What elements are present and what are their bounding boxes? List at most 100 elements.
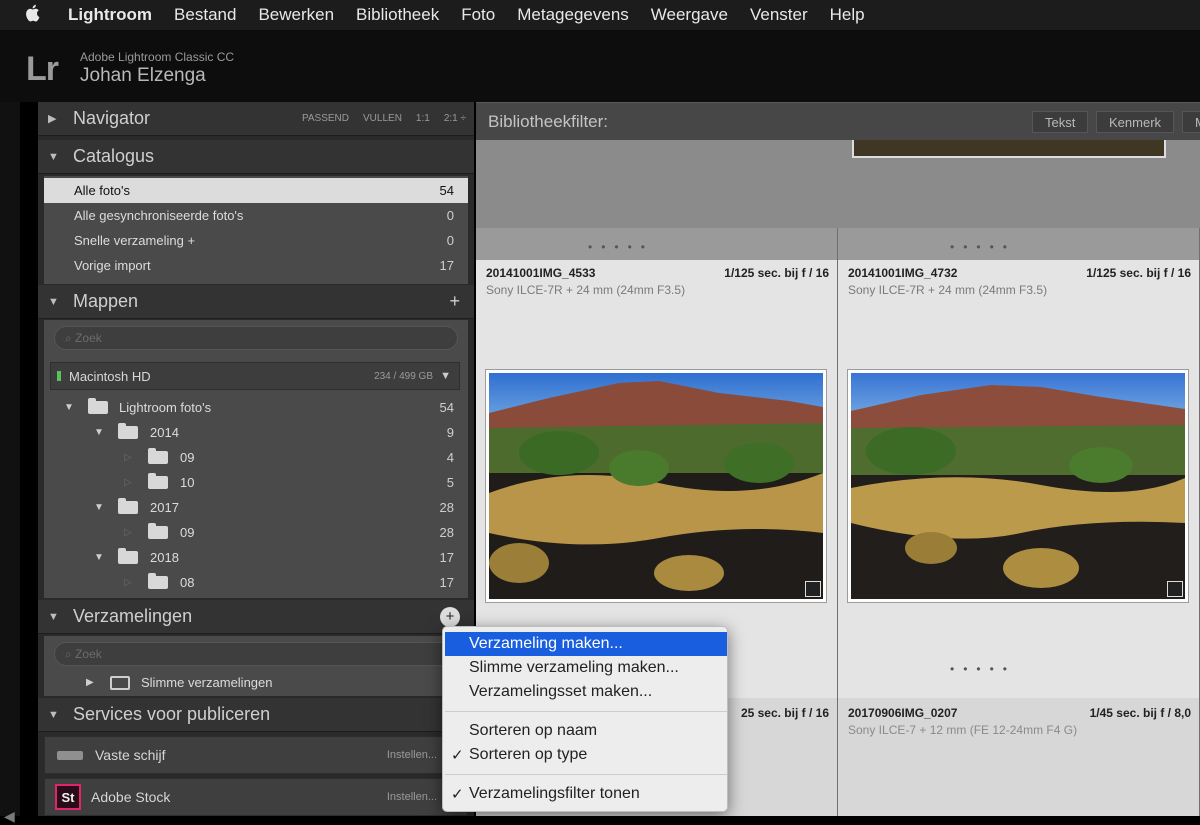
photo-thumbnail[interactable] <box>848 370 1188 602</box>
rating-dots[interactable]: ••••• <box>950 662 1016 676</box>
rating-dots[interactable]: ••••• <box>588 240 654 254</box>
disclosure-down-icon[interactable]: ▼ <box>94 552 104 563</box>
folders-header[interactable]: ▼ Mappen + <box>38 285 474 319</box>
photo-exposure: 1/45 sec. bij f / 8,0 <box>1089 706 1191 720</box>
menu-item-create-collection[interactable]: Verzameling maken... <box>445 632 727 656</box>
catalog-item-synced[interactable]: Alle gesynchroniseerde foto's 0 <box>44 203 468 228</box>
folder-icon <box>148 573 168 589</box>
menu-item-label: Verzameling maken... <box>469 635 623 652</box>
volume-macintosh-hd[interactable]: Macintosh HD 234 / 499 GB ▼ <box>50 362 460 390</box>
menu-item-sort-by-name[interactable]: Sorteren op naam <box>445 719 727 743</box>
edit-badge-icon[interactable] <box>1167 581 1183 597</box>
folder-count: 28 <box>439 500 454 515</box>
setup-link[interactable]: Instellen... <box>387 791 437 803</box>
volume-menu-icon[interactable]: ▼ <box>440 370 451 382</box>
volume-name: Macintosh HD <box>69 368 151 384</box>
disclosure-down-icon[interactable]: ▼ <box>64 402 74 413</box>
folder-count: 9 <box>446 425 454 440</box>
smart-collection-set-icon <box>110 675 130 690</box>
menu-bestand[interactable]: Bestand <box>163 5 247 25</box>
add-folder-icon[interactable]: + <box>449 291 460 312</box>
folder-2018[interactable]: ▼ 2018 17 <box>44 545 468 570</box>
navigator-header[interactable]: ▶ Navigator PASSEND VULLEN 1:1 2:1 ÷ <box>38 102 474 136</box>
lightroom-logo: Lr <box>26 50 59 88</box>
zoom-fit-option[interactable]: PASSEND <box>302 113 349 124</box>
folder-2014-09[interactable]: ▷ 09 4 <box>44 445 468 470</box>
folder-2017[interactable]: ▼ 2017 28 <box>44 495 468 520</box>
folder-2014[interactable]: ▼ 2014 9 <box>44 420 468 445</box>
menu-item-show-collection-filter[interactable]: ✓ Verzamelingsfilter tonen <box>445 782 727 806</box>
folder-icon <box>118 548 138 564</box>
folders-list: ⌕ Zoek Macintosh HD 234 / 499 GB ▼ ▼ Lig… <box>44 320 468 598</box>
filter-attribute-button[interactable]: Kenmerk <box>1096 111 1175 133</box>
folder-lightroom-fotos[interactable]: ▼ Lightroom foto's 54 <box>44 395 468 420</box>
folders-title: Mappen <box>73 291 139 311</box>
folder-icon <box>118 498 138 514</box>
catalog-item-count: 54 <box>439 183 454 198</box>
menu-metagegevens[interactable]: Metagegevens <box>506 5 640 25</box>
menu-foto[interactable]: Foto <box>450 5 506 25</box>
folders-search-input[interactable]: ⌕ Zoek <box>54 326 458 350</box>
photo-thumbnail[interactable] <box>486 370 826 602</box>
menu-separator <box>445 711 727 712</box>
menu-item-create-smart-collection[interactable]: Slimme verzameling maken... <box>445 656 727 680</box>
navigator-zoom-options: PASSEND VULLEN 1:1 2:1 ÷ <box>302 113 466 124</box>
edit-badge-icon[interactable] <box>805 581 821 597</box>
photo-filename: 20141001IMG_4533 <box>486 266 596 280</box>
zoom-fill-option[interactable]: VULLEN <box>363 113 402 124</box>
menu-lightroom[interactable]: Lightroom <box>52 5 163 25</box>
folder-2018-08[interactable]: ▷ 08 17 <box>44 570 468 595</box>
folder-count: 5 <box>446 475 454 490</box>
folder-label: 2018 <box>150 550 179 565</box>
publish-service-hard-drive[interactable]: Vaste schijf Instellen... <box>44 736 468 774</box>
grid-cell[interactable]: 20141001IMG_4732 1/125 sec. bij f / 16 S… <box>838 260 1200 698</box>
add-collection-icon[interactable]: + <box>440 606 460 627</box>
rating-dots[interactable]: ••••• <box>950 240 1016 254</box>
photo-thumbnail-partial[interactable] <box>852 140 1166 158</box>
setup-link[interactable]: Instellen... <box>387 749 437 761</box>
catalog-item-previous-import[interactable]: Vorige import 17 <box>44 253 468 278</box>
publish-service-adobe-stock[interactable]: St Adobe Stock Instellen... <box>44 778 468 816</box>
collections-search-input[interactable]: ⌕ Zoek <box>54 642 458 666</box>
publish-services-title: Services voor publiceren <box>73 704 271 724</box>
menu-weergave[interactable]: Weergave <box>640 5 739 25</box>
collections-header[interactable]: ▼ Verzamelingen + <box>38 600 474 634</box>
folder-label: 2017 <box>150 500 179 515</box>
disclosure-down-icon: ▼ <box>48 150 59 163</box>
zoom-1-1-option[interactable]: 1:1 <box>416 113 430 124</box>
folder-icon <box>88 398 108 414</box>
collection-smart-collections[interactable]: ▶ Slimme verzamelingen <box>44 670 468 695</box>
filter-metadata-button[interactable]: M <box>1182 111 1200 133</box>
grid-cell[interactable]: 20170906IMG_0207 1/45 sec. bij f / 8,0 S… <box>838 698 1200 816</box>
search-icon: ⌕ <box>65 646 76 661</box>
folder-icon <box>148 523 168 539</box>
disclosure-down-icon: ▼ <box>48 708 59 721</box>
library-filter-bar: Bibliotheekfilter: Tekst Kenmerk M <box>476 102 1200 140</box>
filter-text-button[interactable]: Tekst <box>1032 111 1089 133</box>
menu-venster[interactable]: Venster <box>739 5 819 25</box>
menu-bewerken[interactable]: Bewerken <box>247 5 345 25</box>
folder-2017-09[interactable]: ▷ 09 28 <box>44 520 468 545</box>
apple-icon[interactable] <box>24 4 52 27</box>
publish-services-header[interactable]: ▼ Services voor publiceren <box>38 698 474 732</box>
catalog-item-all-photos[interactable]: Alle foto's 54 <box>44 178 468 203</box>
menu-item-label: Sorteren op type <box>469 746 588 763</box>
catalog-header[interactable]: ▼ Catalogus <box>38 140 474 174</box>
disclosure-right-icon[interactable]: ▶ <box>86 677 94 688</box>
folder-label: 09 <box>180 450 195 465</box>
disclosure-down-icon[interactable]: ▼ <box>94 427 104 438</box>
hard-drive-icon <box>57 750 83 760</box>
disclosure-down-icon[interactable]: ▼ <box>94 502 104 513</box>
grid-cell-header: ••••• <box>476 228 838 260</box>
folder-2014-10[interactable]: ▷ 10 5 <box>44 470 468 495</box>
zoom-2-1-option[interactable]: 2:1 ÷ <box>444 113 466 124</box>
disclosure-right-icon: ▶ <box>48 113 57 125</box>
menu-help[interactable]: Help <box>819 5 876 25</box>
menu-item-create-collection-set[interactable]: Verzamelingsset maken... <box>445 680 727 704</box>
menu-item-sort-by-type[interactable]: ✓ Sorteren op type <box>445 743 727 767</box>
volume-size: 234 / 499 GB <box>374 370 433 382</box>
menu-bibliotheek[interactable]: Bibliotheek <box>345 5 450 25</box>
collapse-left-icon[interactable]: ◀ <box>4 808 15 825</box>
photo-filename: 20170906IMG_0207 <box>848 706 958 720</box>
catalog-item-quick-collection[interactable]: Snelle verzameling + 0 <box>44 228 468 253</box>
